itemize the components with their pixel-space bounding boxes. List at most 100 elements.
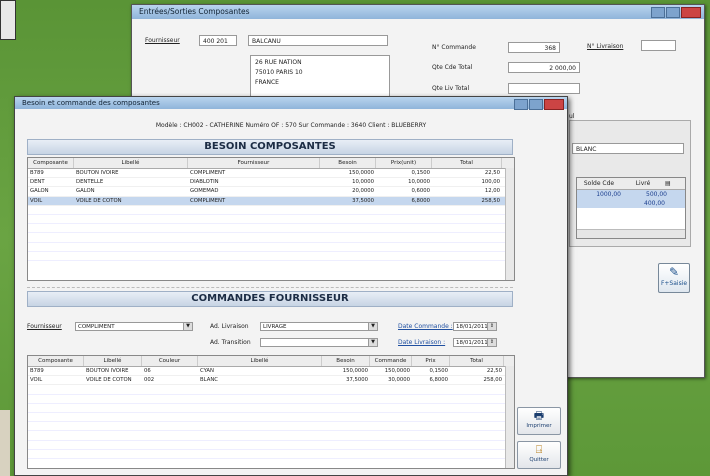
cell: DIABLOTIN: [190, 179, 219, 186]
ad-transition-label: Ad. Transition: [210, 339, 251, 346]
cell: 258,00: [483, 377, 502, 384]
address-box: 26 RUE NATION 75010 PARIS 10 FRANCE: [250, 55, 390, 99]
cell: 0,1500: [429, 368, 448, 374]
cell: DENT: [30, 179, 45, 186]
window-titlebar[interactable]: Besoin et commande des composantes: [15, 97, 567, 110]
col-header: Libellé: [74, 158, 188, 168]
imprimer-button[interactable]: 🖶 Imprimer: [517, 407, 561, 435]
minimize-button[interactable]: [514, 99, 528, 110]
cell: 06: [144, 368, 151, 374]
close-button[interactable]: [681, 7, 701, 18]
cell: 150,0000: [348, 170, 374, 176]
empty-row: [28, 422, 514, 432]
empty-row: [28, 233, 514, 243]
fournisseur-name-field[interactable]: BALCANU: [248, 35, 388, 46]
cell: 100,00: [481, 179, 500, 186]
cell: 150,0000: [384, 368, 410, 374]
cell: 0,1500: [411, 170, 430, 176]
address-line-1: 26 RUE NATION: [255, 59, 302, 66]
livre-cell: 400,00: [644, 200, 665, 207]
fournisseur-label: Fournisseur: [27, 323, 62, 330]
cell: 6,8000: [411, 197, 430, 204]
cell: GALON: [76, 188, 95, 195]
table-row[interactable]: DENT DENTELLE DIABLOTIN 10,0000 10,0000 …: [28, 178, 514, 188]
qte-liv-total-field[interactable]: [508, 83, 580, 94]
minimize-button[interactable]: [651, 7, 665, 18]
col-header: Libellé: [84, 356, 142, 366]
col-header: Prix: [412, 356, 450, 366]
address-line-3: FRANCE: [255, 79, 279, 86]
printer-icon: 🖶: [533, 409, 545, 422]
cell: 002: [144, 377, 155, 384]
column-settings-icon[interactable]: ▤: [665, 178, 677, 189]
window-controls: [651, 7, 701, 18]
empty-row: [28, 395, 514, 404]
cell: 12,00: [484, 188, 500, 195]
table-row[interactable]: B789 BOUTON IVOIRE COMPLIMENT 150,0000 0…: [28, 169, 514, 179]
cell: COMPLIMENT: [190, 170, 226, 176]
empty-row: [28, 431, 514, 441]
date-livraison-field[interactable]: 18/01/2011 ⇕: [453, 338, 497, 347]
livre-cell: 500,00: [646, 191, 667, 198]
table-row[interactable]: VOIL VOILE DE COTON 002 BLANC 37,5000 30…: [28, 376, 514, 386]
empty-row: [28, 404, 514, 413]
ad-livraison-selected-value: LIVRAGE: [263, 324, 287, 330]
solde-cell: [577, 199, 621, 208]
f-saisie-button[interactable]: ✎ F+Saisie: [658, 263, 690, 293]
spinner-icon[interactable]: ⇕: [487, 339, 496, 346]
solde-cell: 1000,00: [596, 191, 621, 198]
cell: 258,50: [481, 197, 500, 204]
table-row[interactable]: GALON GALON GOMEMAD 20,0000 0,6000 12,00: [28, 187, 514, 197]
besoin-grid[interactable]: Composante Libellé Fournisseur Besoin Pr…: [27, 157, 515, 281]
chevron-down-icon[interactable]: ▼: [368, 323, 377, 330]
livraison-row[interactable]: 400,00: [577, 199, 685, 208]
horizontal-scrollbar[interactable]: [577, 229, 685, 238]
window-title: Entrées/Sorties Composantes: [139, 7, 250, 16]
empty-row: [28, 243, 514, 252]
date-commande-field[interactable]: 18/01/2011 ⇕: [453, 322, 497, 331]
col-header: Prix(unit): [376, 158, 432, 168]
col-header-livre: Livré: [635, 180, 651, 187]
col-header-solde: Solde Cde: [583, 180, 615, 187]
cell: 30,0000: [388, 377, 410, 384]
cell: 10,0000: [408, 179, 430, 186]
besoin-commande-window[interactable]: Besoin et commande des composantes Modèl…: [14, 96, 568, 476]
close-button[interactable]: [544, 99, 564, 110]
chevron-down-icon[interactable]: ▼: [368, 339, 377, 346]
table-row-selected[interactable]: VOIL VOILE DE COTON COMPLIMENT 37,5000 6…: [28, 196, 514, 206]
edit-icon: ✎: [668, 265, 680, 279]
table-row[interactable]: B789 BOUTON IVOIRE 06 CYAN 150,0000 150,…: [28, 367, 514, 377]
besoin-section-title: BESOIN COMPOSANTES: [27, 139, 513, 155]
quitter-label: Quitter: [529, 457, 549, 463]
date-commande-link[interactable]: Date Commande :: [398, 323, 453, 330]
vertical-scrollbar[interactable]: [505, 366, 514, 468]
window-titlebar[interactable]: Entrées/Sorties Composantes: [132, 5, 704, 19]
chevron-down-icon[interactable]: ▼: [183, 323, 192, 330]
maximize-button[interactable]: [666, 7, 680, 18]
qte-cde-total-field[interactable]: 2 000,00: [508, 62, 580, 73]
vertical-scrollbar[interactable]: [505, 168, 514, 280]
livraison-grid[interactable]: Solde Cde Livré ▤ 1000,00 500,00 400,00: [576, 177, 686, 239]
address-line-2: 75010 PARIS 10: [255, 69, 303, 76]
commandes-grid[interactable]: Composante Libellé Couleur Libellé Besoi…: [27, 355, 515, 469]
date-livraison-link[interactable]: Date Livraison :: [398, 339, 445, 346]
n-commande-field[interactable]: 368: [508, 42, 560, 53]
livraison-row[interactable]: 1000,00 500,00: [577, 190, 685, 199]
ad-livraison-select[interactable]: LIVRAGE ▼: [260, 322, 378, 331]
cell: GOMEMAD: [190, 188, 219, 195]
col-header: Besoin: [322, 356, 370, 366]
besoin-grid-header: Composante Libellé Fournisseur Besoin Pr…: [28, 158, 514, 169]
fournisseur-code-field[interactable]: 400 201: [199, 35, 237, 46]
n-commande-label: N° Commande: [432, 44, 476, 51]
quitter-button[interactable]: ⍈ Quitter: [517, 441, 561, 469]
n-livraison-field[interactable]: [641, 40, 676, 51]
col-header: Libellé: [198, 356, 322, 366]
col-header: Fournisseur: [188, 158, 320, 168]
fournisseur-select[interactable]: COMPLIMENT ▼: [75, 322, 193, 331]
spinner-icon[interactable]: ⇕: [487, 323, 496, 330]
commandes-grid-header: Composante Libellé Couleur Libellé Besoi…: [28, 356, 514, 367]
couleur-field[interactable]: BLANC: [572, 143, 684, 154]
maximize-button[interactable]: [529, 99, 543, 110]
ad-transition-select[interactable]: ▼: [260, 338, 378, 347]
date-livraison-value: 18/01/2011: [456, 340, 488, 346]
